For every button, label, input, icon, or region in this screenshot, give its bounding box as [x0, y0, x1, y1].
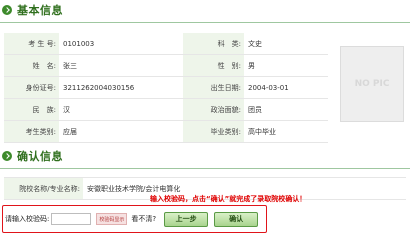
arrow-circle-icon	[2, 5, 12, 15]
subject-value: 文史	[244, 33, 328, 55]
grad-value: 高中毕业	[244, 120, 328, 143]
refresh-captcha-link[interactable]: 看不清?	[131, 214, 156, 224]
section-title: 基本信息	[17, 4, 63, 17]
student-info-table: 考 生 号: 0101003 科 类: 文史 姓 名: 张三 性 别: 男 身份…	[4, 33, 328, 143]
arrow-circle-icon	[2, 151, 12, 161]
gender-value: 男	[244, 54, 328, 77]
id-value: 3211262004030156	[59, 76, 183, 99]
confirm-button[interactable]: 确认	[214, 211, 259, 227]
photo-placeholder: NO PIC	[354, 79, 390, 89]
verify-label: 请输入校验码:	[5, 215, 50, 223]
name-label: 姓 名:	[4, 54, 59, 77]
verification-code-input[interactable]	[51, 213, 92, 225]
dob-label: 出生日期:	[183, 76, 244, 99]
exam-no-label: 考 生 号:	[4, 33, 59, 55]
previous-step-button[interactable]: 上一步	[164, 211, 209, 227]
dob-value: 2004-03-01	[244, 76, 328, 99]
table-row: 身份证号: 3211262004030156 出生日期: 2004-03-01	[4, 76, 328, 99]
basic-info-header: 基本信息	[0, 3, 63, 17]
school-label: 院校名称/专业名称:	[4, 178, 83, 199]
category-label: 考生类别:	[4, 120, 59, 143]
confirm-info-header: 确认信息	[0, 149, 63, 163]
confirm-notice: 输入校验码，点击“确认”就完成了录取院校确认！	[150, 195, 307, 203]
id-label: 身份证号:	[4, 76, 59, 99]
political-value: 团员	[244, 98, 328, 121]
table-row: 民 族: 汉 政治面貌: 团员	[4, 98, 328, 121]
school-value: 安徽职业技术学院/会计电算化	[87, 184, 181, 193]
exam-no-value: 0101003	[59, 33, 183, 55]
grad-label: 毕业类别:	[183, 120, 244, 143]
section-divider	[0, 22, 410, 23]
gender-label: 性 别:	[183, 54, 244, 77]
captcha-image: 校验码显示	[96, 213, 128, 225]
section-title: 确认信息	[17, 150, 63, 163]
student-photo: NO PIC	[340, 46, 404, 122]
section-divider	[0, 168, 410, 169]
subject-label: 科 类:	[183, 33, 244, 55]
ethnic-value: 汉	[59, 98, 183, 121]
political-label: 政治面貌:	[183, 98, 244, 121]
verification-area: 请输入校验码: 校验码显示 看不清? 上一步 确认	[2, 205, 267, 233]
category-value: 应届	[59, 120, 183, 143]
table-row: 考 生 号: 0101003 科 类: 文史	[4, 33, 328, 55]
ethnic-label: 民 族:	[4, 98, 59, 121]
table-row: 姓 名: 张三 性 别: 男	[4, 54, 328, 77]
name-value: 张三	[59, 54, 183, 77]
table-row: 考生类别: 应届 毕业类别: 高中毕业	[4, 120, 328, 143]
